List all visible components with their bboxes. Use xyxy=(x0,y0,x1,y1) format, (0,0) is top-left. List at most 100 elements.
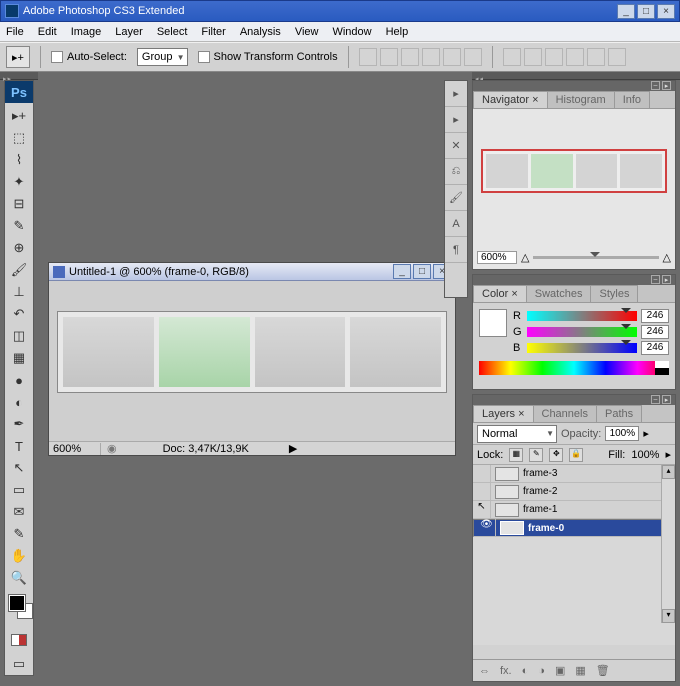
menu-filter[interactable]: Filter xyxy=(201,26,225,38)
visibility-icon[interactable] xyxy=(473,465,491,483)
quick-mask-icon[interactable] xyxy=(5,629,33,651)
strip-icon-2[interactable]: ▸ xyxy=(445,107,467,133)
visibility-icon[interactable] xyxy=(473,483,491,501)
panel-menu-icon[interactable]: – xyxy=(651,395,660,404)
opacity-field[interactable]: 100% xyxy=(605,426,639,441)
panel-close-icon[interactable]: ▸ xyxy=(662,81,671,90)
brush-tool[interactable]: 🖌 xyxy=(5,259,33,281)
blue-slider[interactable] xyxy=(527,343,637,353)
hand-tool[interactable]: ✋ xyxy=(5,545,33,567)
tab-channels[interactable]: Channels xyxy=(533,405,597,422)
marquee-tool[interactable]: ⬚ xyxy=(5,127,33,149)
close-button[interactable]: × xyxy=(657,4,675,19)
dodge-tool[interactable]: ◐ xyxy=(5,391,33,413)
menu-image[interactable]: Image xyxy=(71,26,102,38)
crop-tool[interactable]: ⊟ xyxy=(5,193,33,215)
fill-field[interactable]: 100% xyxy=(631,449,659,461)
zoom-in-icon[interactable]: △ xyxy=(663,251,671,264)
fill-arrow-icon[interactable]: ▸ xyxy=(665,448,671,461)
blue-value[interactable]: 246 xyxy=(641,341,669,355)
fx-icon[interactable]: fx. xyxy=(500,665,512,677)
panel-menu-icon[interactable]: – xyxy=(651,81,660,90)
auto-select-type[interactable]: Group xyxy=(137,48,188,66)
blur-tool[interactable]: ● xyxy=(5,369,33,391)
tab-navigator[interactable]: Navigator × xyxy=(473,91,548,108)
panel-close-icon[interactable]: ▸ xyxy=(662,275,671,284)
ps-logo-icon[interactable]: Ps xyxy=(5,81,33,103)
tab-paths[interactable]: Paths xyxy=(596,405,642,422)
opacity-arrow-icon[interactable]: ▸ xyxy=(643,427,649,440)
strip-icon-6[interactable]: A xyxy=(445,211,467,237)
menu-help[interactable]: Help xyxy=(386,26,409,38)
lock-move-icon[interactable]: ✥ xyxy=(549,448,563,462)
mask-icon[interactable]: ◐ xyxy=(522,665,529,677)
menu-window[interactable]: Window xyxy=(332,26,371,38)
menu-edit[interactable]: Edit xyxy=(38,26,57,38)
strip-icon-3[interactable]: ✕ xyxy=(445,133,467,159)
color-picker[interactable] xyxy=(5,593,33,627)
history-brush-tool[interactable]: ↶ xyxy=(5,303,33,325)
color-swatch[interactable] xyxy=(479,309,507,337)
zoom-out-icon[interactable]: △ xyxy=(521,251,529,264)
visibility-icon[interactable]: ↖ xyxy=(473,501,491,519)
new-layer-icon[interactable]: ▦ xyxy=(575,664,585,677)
stamp-tool[interactable]: ⊥ xyxy=(5,281,33,303)
eraser-tool[interactable]: ◫ xyxy=(5,325,33,347)
show-transform-checkbox[interactable]: Show Transform Controls xyxy=(198,51,338,63)
tab-histogram[interactable]: Histogram xyxy=(547,91,615,108)
blend-mode-select[interactable]: Normal xyxy=(477,425,557,443)
move-tool[interactable]: ▸+ xyxy=(5,105,33,127)
zoom-field[interactable]: 600% xyxy=(49,443,101,455)
menu-layer[interactable]: Layer xyxy=(115,26,143,38)
auto-select-checkbox[interactable]: Auto-Select: xyxy=(51,51,127,63)
heal-tool[interactable]: ⊕ xyxy=(5,237,33,259)
notes-tool[interactable]: ✉ xyxy=(5,501,33,523)
lock-paint-icon[interactable]: ✎ xyxy=(529,448,543,462)
green-value[interactable]: 246 xyxy=(641,325,669,339)
red-slider[interactable] xyxy=(527,311,637,321)
wand-tool[interactable]: ✦ xyxy=(5,171,33,193)
slice-tool[interactable]: ✎ xyxy=(5,215,33,237)
align-icon[interactable] xyxy=(359,48,377,66)
lasso-tool[interactable]: ⌇ xyxy=(5,149,33,171)
document-titlebar[interactable]: Untitled-1 @ 600% (frame-0, RGB/8) _ □ × xyxy=(49,263,455,281)
lock-all-icon[interactable]: 🔒 xyxy=(569,448,583,462)
menu-file[interactable]: File xyxy=(6,26,24,38)
trash-icon[interactable]: 🗑 xyxy=(596,664,610,677)
path-tool[interactable]: ↖ xyxy=(5,457,33,479)
tab-color[interactable]: Color × xyxy=(473,285,527,302)
foreground-color[interactable] xyxy=(9,595,25,611)
menu-analysis[interactable]: Analysis xyxy=(240,26,281,38)
link-icon[interactable]: ⇔ xyxy=(479,665,490,677)
screen-mode-icon[interactable]: ▭ xyxy=(5,653,33,675)
gradient-tool[interactable]: ▦ xyxy=(5,347,33,369)
strip-icon-1[interactable]: ▸ xyxy=(445,81,467,107)
document-canvas-area[interactable] xyxy=(49,281,455,441)
status-arrow-icon[interactable]: ▶ xyxy=(289,442,297,455)
color-ramp[interactable] xyxy=(479,361,669,375)
toolbox-gripper[interactable]: ▸▸ xyxy=(0,72,38,80)
navigator-proxy[interactable] xyxy=(481,149,667,193)
minimize-button[interactable]: _ xyxy=(617,4,635,19)
lock-transparent-icon[interactable]: ▦ xyxy=(509,448,523,462)
move-tool-indicator[interactable]: ▸+ xyxy=(6,46,30,68)
tab-info[interactable]: Info xyxy=(614,91,650,108)
adjustment-icon[interactable]: ◑ xyxy=(538,665,545,677)
zoom-tool[interactable]: 🔍 xyxy=(5,567,33,589)
strip-icon-4[interactable]: ⎌ xyxy=(445,159,467,185)
red-value[interactable]: 246 xyxy=(641,309,669,323)
tab-swatches[interactable]: Swatches xyxy=(526,285,592,302)
zoom-slider[interactable] xyxy=(533,256,658,259)
layer-row[interactable]: ↖frame-1 xyxy=(473,501,675,519)
layer-row-selected[interactable]: 👁frame-0 xyxy=(473,519,675,537)
layer-row[interactable]: frame-2 xyxy=(473,483,675,501)
panels-gripper[interactable]: ◂◂ xyxy=(472,72,680,80)
type-tool[interactable]: T xyxy=(5,435,33,457)
layer-scrollbar[interactable]: ▴▾ xyxy=(661,465,675,623)
strip-icon-5[interactable]: 🖌 xyxy=(445,185,467,211)
visibility-icon[interactable]: 👁 xyxy=(478,519,496,537)
panel-menu-icon[interactable]: – xyxy=(651,275,660,284)
doc-maximize-button[interactable]: □ xyxy=(413,264,431,279)
nav-zoom-field[interactable]: 600% xyxy=(477,251,517,264)
folder-icon[interactable]: ▣ xyxy=(555,664,565,677)
